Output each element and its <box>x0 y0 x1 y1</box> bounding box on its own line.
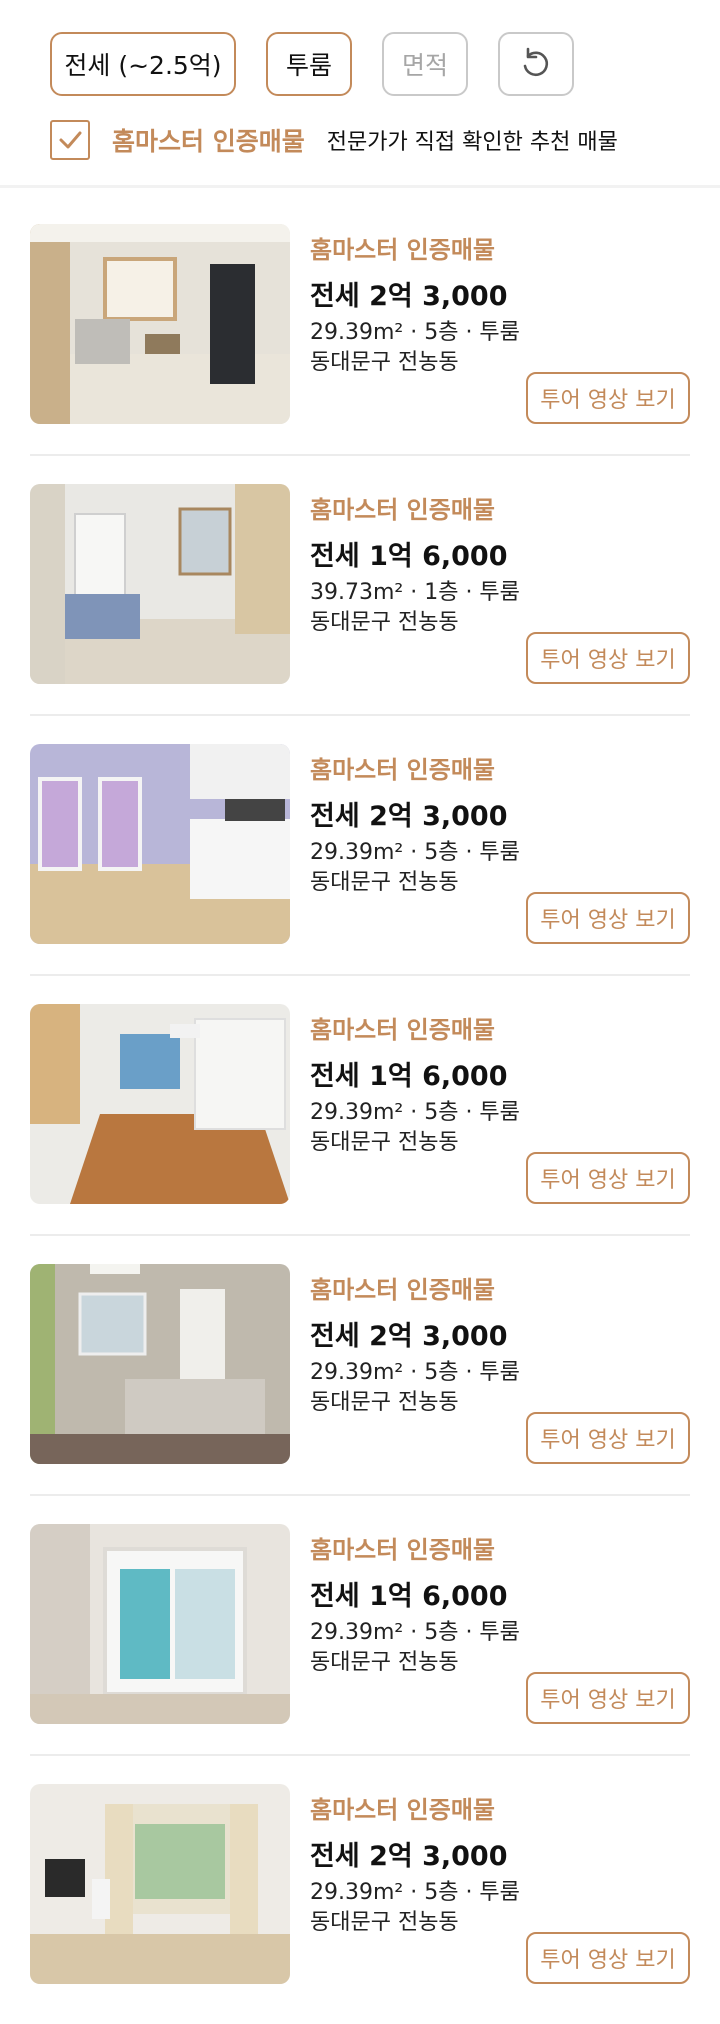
checkmark-icon <box>59 131 82 149</box>
listing-photo[interactable] <box>30 224 290 424</box>
tour-video-button[interactable]: 투어 영상 보기 <box>526 892 690 944</box>
listing-spec: 29.39m² · 5층 · 투룸 <box>310 840 520 865</box>
listing-spec: 29.39m² · 5층 · 투룸 <box>310 1620 520 1645</box>
listing-card[interactable]: 홈마스터 인증매물 전세 2억 3,000 29.39m² · 5층 · 투룸 … <box>0 716 720 976</box>
certified-description: 전문가가 직접 확인한 추천 매물 <box>326 130 618 155</box>
listing-location: 동대문구 전농동 <box>310 1390 459 1415</box>
certified-filter-row[interactable]: 홈마스터 인증매물 전문가가 직접 확인한 추천 매물 <box>50 118 700 162</box>
certified-checkbox[interactable] <box>50 120 90 160</box>
listing-list: 홈마스터 인증매물 전세 2억 3,000 29.39m² · 5층 · 투룸 … <box>0 196 720 2016</box>
listing-certified-badge: 홈마스터 인증매물 <box>310 236 495 264</box>
listing-photo[interactable] <box>30 484 290 684</box>
listing-location: 동대문구 전농동 <box>310 870 459 895</box>
listing-location: 동대문구 전농동 <box>310 1130 459 1155</box>
listing-card[interactable]: 홈마스터 인증매물 전세 1억 6,000 29.39m² · 5층 · 투룸 … <box>0 976 720 1236</box>
listing-price: 전세 2억 3,000 <box>310 281 508 312</box>
listing-spec: 29.39m² · 5층 · 투룸 <box>310 1360 520 1385</box>
listing-price: 전세 2억 3,000 <box>310 801 508 832</box>
listing-location: 동대문구 전농동 <box>310 1910 459 1935</box>
listing-certified-badge: 홈마스터 인증매물 <box>310 1796 495 1824</box>
listing-price: 전세 2억 3,000 <box>310 1841 508 1872</box>
listing-card[interactable]: 홈마스터 인증매물 전세 2억 3,000 29.39m² · 5층 · 투룸 … <box>0 1236 720 1496</box>
listing-certified-badge: 홈마스터 인증매물 <box>310 1016 495 1044</box>
tour-video-button[interactable]: 투어 영상 보기 <box>526 1152 690 1204</box>
tour-video-button[interactable]: 투어 영상 보기 <box>526 632 690 684</box>
room-type-filter-chip[interactable]: 투룸 <box>266 32 352 96</box>
tour-video-button[interactable]: 투어 영상 보기 <box>526 372 690 424</box>
listing-location: 동대문구 전농동 <box>310 610 459 635</box>
listing-price: 전세 1억 6,000 <box>310 1061 508 1092</box>
listing-photo[interactable] <box>30 1524 290 1724</box>
tour-video-button[interactable]: 투어 영상 보기 <box>526 1932 690 1984</box>
deposit-filter-chip[interactable]: 전세 (~2.5억) <box>50 32 236 96</box>
tour-video-button[interactable]: 투어 영상 보기 <box>526 1672 690 1724</box>
area-filter-chip[interactable]: 면적 <box>382 32 468 96</box>
listing-spec: 29.39m² · 5층 · 투룸 <box>310 320 520 345</box>
listing-price: 전세 2억 3,000 <box>310 1321 508 1352</box>
certified-title: 홈마스터 인증매물 <box>112 127 305 156</box>
listing-price: 전세 1억 6,000 <box>310 541 508 572</box>
listing-card[interactable]: 홈마스터 인증매물 전세 1억 6,000 29.39m² · 5층 · 투룸 … <box>0 1496 720 1756</box>
listing-price: 전세 1억 6,000 <box>310 1581 508 1612</box>
refresh-icon <box>523 47 549 77</box>
listing-certified-badge: 홈마스터 인증매물 <box>310 496 495 524</box>
listing-certified-badge: 홈마스터 인증매물 <box>310 1276 495 1304</box>
listing-spec: 39.73m² · 1층 · 투룸 <box>310 580 520 605</box>
listing-spec: 29.39m² · 5층 · 투룸 <box>310 1100 520 1125</box>
listing-card[interactable]: 홈마스터 인증매물 전세 2억 3,000 29.39m² · 5층 · 투룸 … <box>0 196 720 456</box>
listing-certified-badge: 홈마스터 인증매물 <box>310 756 495 784</box>
filter-bar: 전세 (~2.5억) 투룸 면적 홈마스터 인증매물 전문가가 직접 확인한 추… <box>0 0 720 188</box>
listing-photo[interactable] <box>30 1784 290 1984</box>
listing-photo[interactable] <box>30 1264 290 1464</box>
listing-certified-badge: 홈마스터 인증매물 <box>310 1536 495 1564</box>
listing-photo[interactable] <box>30 1004 290 1204</box>
listing-card[interactable]: 홈마스터 인증매물 전세 1억 6,000 39.73m² · 1층 · 투룸 … <box>0 456 720 716</box>
listing-location: 동대문구 전농동 <box>310 350 459 375</box>
listing-spec: 29.39m² · 5층 · 투룸 <box>310 1880 520 1905</box>
listing-location: 동대문구 전농동 <box>310 1650 459 1675</box>
listing-card[interactable]: 홈마스터 인증매물 전세 2억 3,000 29.39m² · 5층 · 투룸 … <box>0 1756 720 2016</box>
reset-filter-button[interactable] <box>498 32 574 96</box>
tour-video-button[interactable]: 투어 영상 보기 <box>526 1412 690 1464</box>
listing-photo[interactable] <box>30 744 290 944</box>
